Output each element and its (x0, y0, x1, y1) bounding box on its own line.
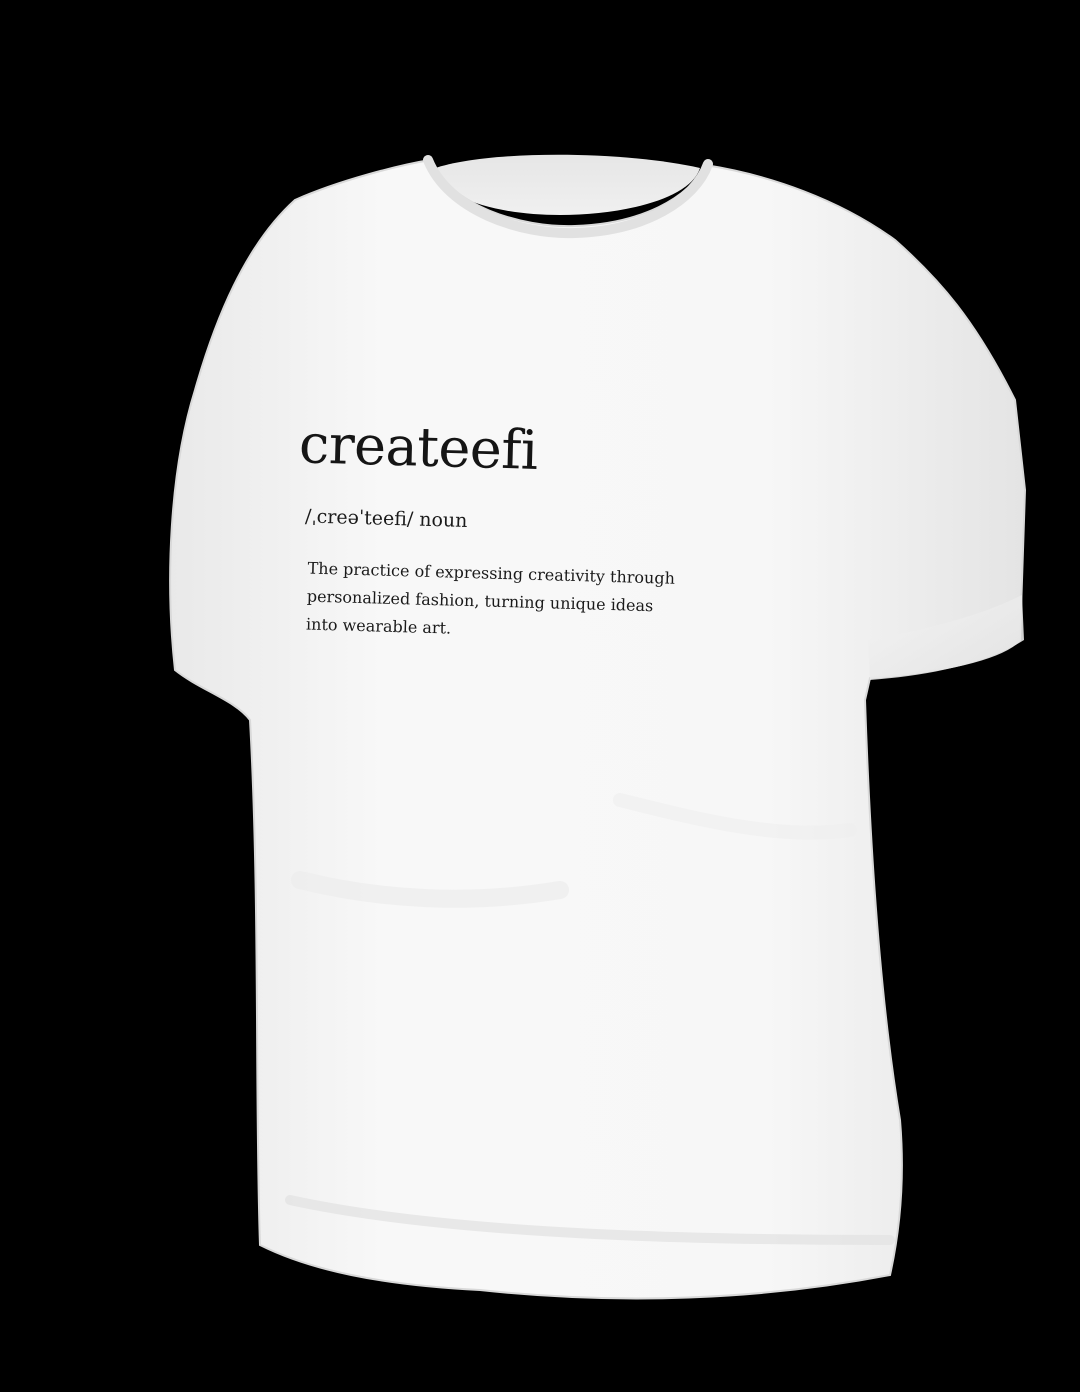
print-pronunciation: /ˌcreəˈteefi/ (304, 505, 414, 531)
shirt-print: createefi /ˌcreəˈteefi/noun The practice… (284, 412, 710, 650)
print-definition: The practice of expressing creativity th… (306, 555, 678, 649)
tshirt-image (169, 154, 1027, 1300)
print-part-of-speech: noun (419, 508, 468, 532)
print-pronunciation-line: /ˌcreəˈteefi/noun (305, 504, 708, 539)
product-image: createefi /ˌcreəˈteefi/noun The practice… (0, 0, 1080, 1392)
shirt-body (169, 158, 1027, 1300)
print-word: createefi (298, 412, 539, 482)
